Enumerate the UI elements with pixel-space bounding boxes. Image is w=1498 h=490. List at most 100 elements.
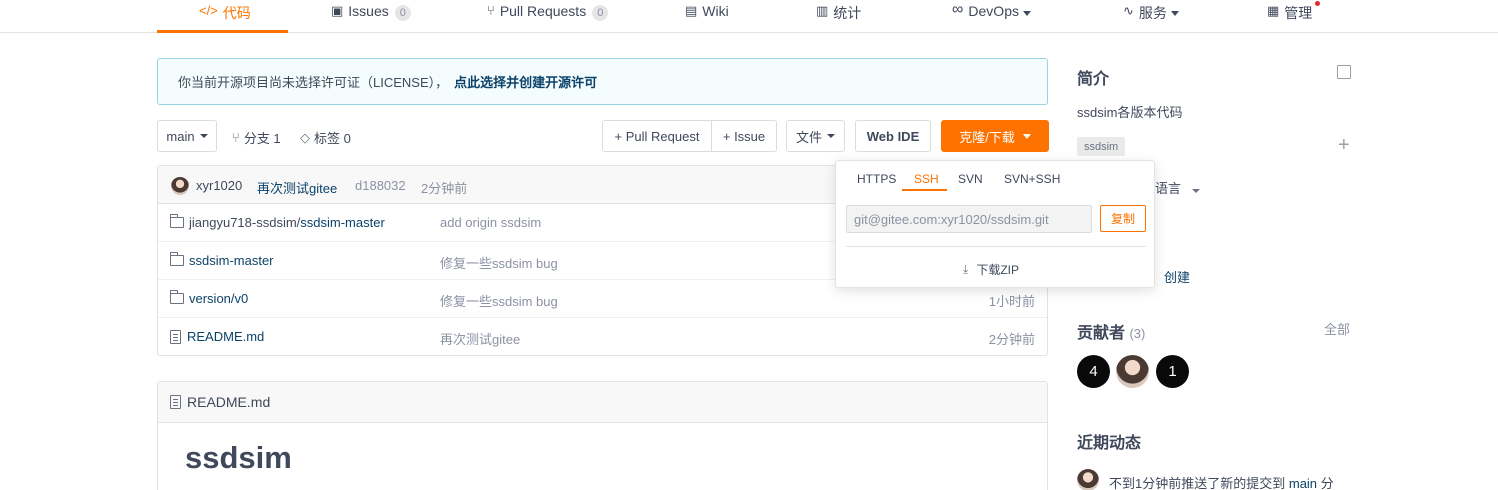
folder-name: ssdsim-master (189, 253, 274, 268)
folder-icon (170, 214, 184, 228)
file-icon (170, 329, 181, 344)
active-tab-indicator (157, 30, 288, 33)
tab-stats[interactable]: ▥ 统计 (816, 0, 861, 33)
tab-issues-label: Issues (348, 3, 389, 19)
file-name[interactable]: version/v0 (170, 290, 248, 306)
file-menu-label: 文件 (795, 129, 822, 145)
file-menu-button[interactable]: 文件 (786, 120, 845, 152)
intro-title: 简介 (1077, 71, 1110, 88)
file-name[interactable]: README.md (170, 329, 264, 344)
file-commit-message[interactable]: 修复一些ssdsim bug (440, 291, 558, 310)
issues-count-badge: 0 (394, 5, 411, 21)
readme-header: README.md (158, 382, 1047, 423)
tab-services[interactable]: ∿ 服务 (1123, 0, 1179, 33)
avatar[interactable] (1077, 469, 1099, 490)
folder-prefix: jiangyu718-ssdsim/ (189, 215, 301, 230)
branches-link[interactable]: ⑂ 分支 1 (232, 128, 281, 147)
tab-issues[interactable]: ▣ Issues 0 (331, 0, 411, 33)
tab-pulls-label: Pull Requests (499, 3, 587, 19)
web-ide-button[interactable]: Web IDE (855, 120, 931, 152)
folder-icon (170, 290, 184, 304)
commit-author-link[interactable]: xyr1020 (196, 178, 242, 193)
readme-filename: README.md (187, 394, 271, 410)
tab-stats-label: 统计 (833, 5, 862, 21)
repo-nav: </> 代码 ▣ Issues 0 ⑂ Pull Requests 0 ▤ Wi… (0, 0, 1498, 33)
table-row[interactable]: README.md 再次测试gitee 2分钟前 (158, 318, 1047, 356)
add-icon[interactable]: + (1338, 135, 1350, 155)
branch-select-label: main (166, 128, 195, 144)
file-name[interactable]: ssdsim-master (170, 252, 274, 268)
all-contributors-link[interactable]: 全部 (1324, 319, 1350, 338)
new-issue-label: + Issue (722, 128, 766, 144)
tab-devops-label: DevOps (968, 3, 1019, 19)
chevron-down-icon (199, 134, 208, 138)
avatar[interactable]: 1 (1156, 355, 1189, 388)
tab-code[interactable]: </> 代码 (199, 0, 251, 33)
tab-wiki-label: Wiki (702, 3, 729, 19)
tab-ssh[interactable]: SSH (914, 172, 939, 186)
tab-services-label: 服务 (1138, 5, 1167, 21)
create-link[interactable]: 创建 (1164, 267, 1190, 286)
settings-doc-icon: ▦ (1267, 3, 1280, 18)
new-pull-request-label: + Pull Request (614, 128, 700, 144)
new-pull-request-button[interactable]: + Pull Request (602, 120, 712, 152)
file-commit-message[interactable]: 再次测试gitee (440, 329, 520, 348)
activity-text: 不到1分钟前推送了新的提交到 (1109, 476, 1286, 490)
file-time: 1小时前 (988, 294, 1035, 309)
tab-svn-ssh[interactable]: SVN+SSH (1004, 172, 1060, 186)
create-license-link[interactable]: 点此选择并创建开源许可 (454, 72, 597, 91)
tab-devops[interactable]: ∞ DevOps (952, 0, 1031, 33)
file-commit-message[interactable]: 修复一些ssdsim bug (440, 253, 558, 272)
bar-chart-icon: ▥ (816, 3, 829, 18)
tags-label: 标签 0 (314, 131, 351, 146)
new-issue-button[interactable]: + Issue (711, 120, 777, 152)
file-time: 2分钟前 (988, 332, 1035, 347)
active-tab-indicator (902, 189, 947, 191)
commit-message-link[interactable]: 再次测试gitee (257, 178, 337, 197)
chevron-down-icon (1191, 189, 1200, 193)
file-icon (170, 395, 181, 409)
chevron-down-icon (1170, 11, 1179, 16)
avatar[interactable] (171, 177, 189, 195)
contributors-count: (3) (1129, 326, 1146, 341)
clone-download-label: 克隆/下载 (959, 129, 1015, 145)
file-name[interactable]: jiangyu718-ssdsim/ssdsim-master (170, 214, 385, 230)
clone-url-input[interactable]: git@gitee.com:xyr1020/ssdsim.git (846, 205, 1092, 233)
branch-select[interactable]: main (157, 120, 217, 152)
topic-tag[interactable]: ssdsim (1077, 137, 1126, 156)
commit-time: 2分钟前 (421, 181, 468, 196)
wiki-icon: ▤ (685, 3, 698, 18)
download-zip-link[interactable]: ⤓ 下载ZIP (963, 261, 1019, 278)
tab-pull-requests[interactable]: ⑂ Pull Requests 0 (487, 0, 609, 33)
clone-download-button[interactable]: 克隆/下载 (941, 120, 1049, 152)
tag-icon: ◇ (300, 129, 310, 145)
activity-item: 不到1分钟前推送了新的提交到 main 分 (1109, 473, 1334, 490)
pulse-icon: ∿ (1123, 3, 1134, 18)
commit-hash-link[interactable]: d188032 (355, 178, 406, 193)
edit-icon[interactable] (1337, 65, 1351, 79)
file-name-label: README.md (187, 329, 265, 344)
tab-manage-label: 管理 (1284, 5, 1313, 21)
tab-https[interactable]: HTTPS (857, 172, 896, 186)
avatar[interactable]: 4 (1077, 355, 1110, 388)
activity-branch-link[interactable]: main (1289, 476, 1317, 490)
copy-button[interactable]: 复制 (1100, 205, 1146, 232)
language-row[interactable]: 语言 (1155, 178, 1200, 197)
tab-wiki[interactable]: ▤ Wiki (685, 0, 729, 33)
web-ide-label: Web IDE (866, 128, 920, 144)
tab-svn[interactable]: SVN (958, 172, 983, 186)
file-commit-message[interactable]: add origin ssdsim (440, 215, 541, 230)
chevron-down-icon (827, 134, 835, 138)
infinity-icon: ∞ (952, 1, 964, 18)
readme-heading: ssdsim (185, 440, 292, 475)
folder-name: ssdsim-master (300, 215, 385, 230)
avatar[interactable] (1116, 355, 1149, 388)
issues-icon: ▣ (331, 3, 344, 18)
tags-link[interactable]: ◇ 标签 0 (300, 128, 351, 147)
tab-manage[interactable]: ▦ 管理 (1267, 0, 1312, 33)
tab-code-label: 代码 (222, 5, 251, 21)
divider (846, 246, 1146, 247)
clone-dropdown: HTTPS SSH SVN SVN+SSH git@gitee.com:xyr1… (835, 160, 1155, 288)
notification-dot (1315, 1, 1320, 6)
language-label: 语言 (1155, 181, 1182, 196)
